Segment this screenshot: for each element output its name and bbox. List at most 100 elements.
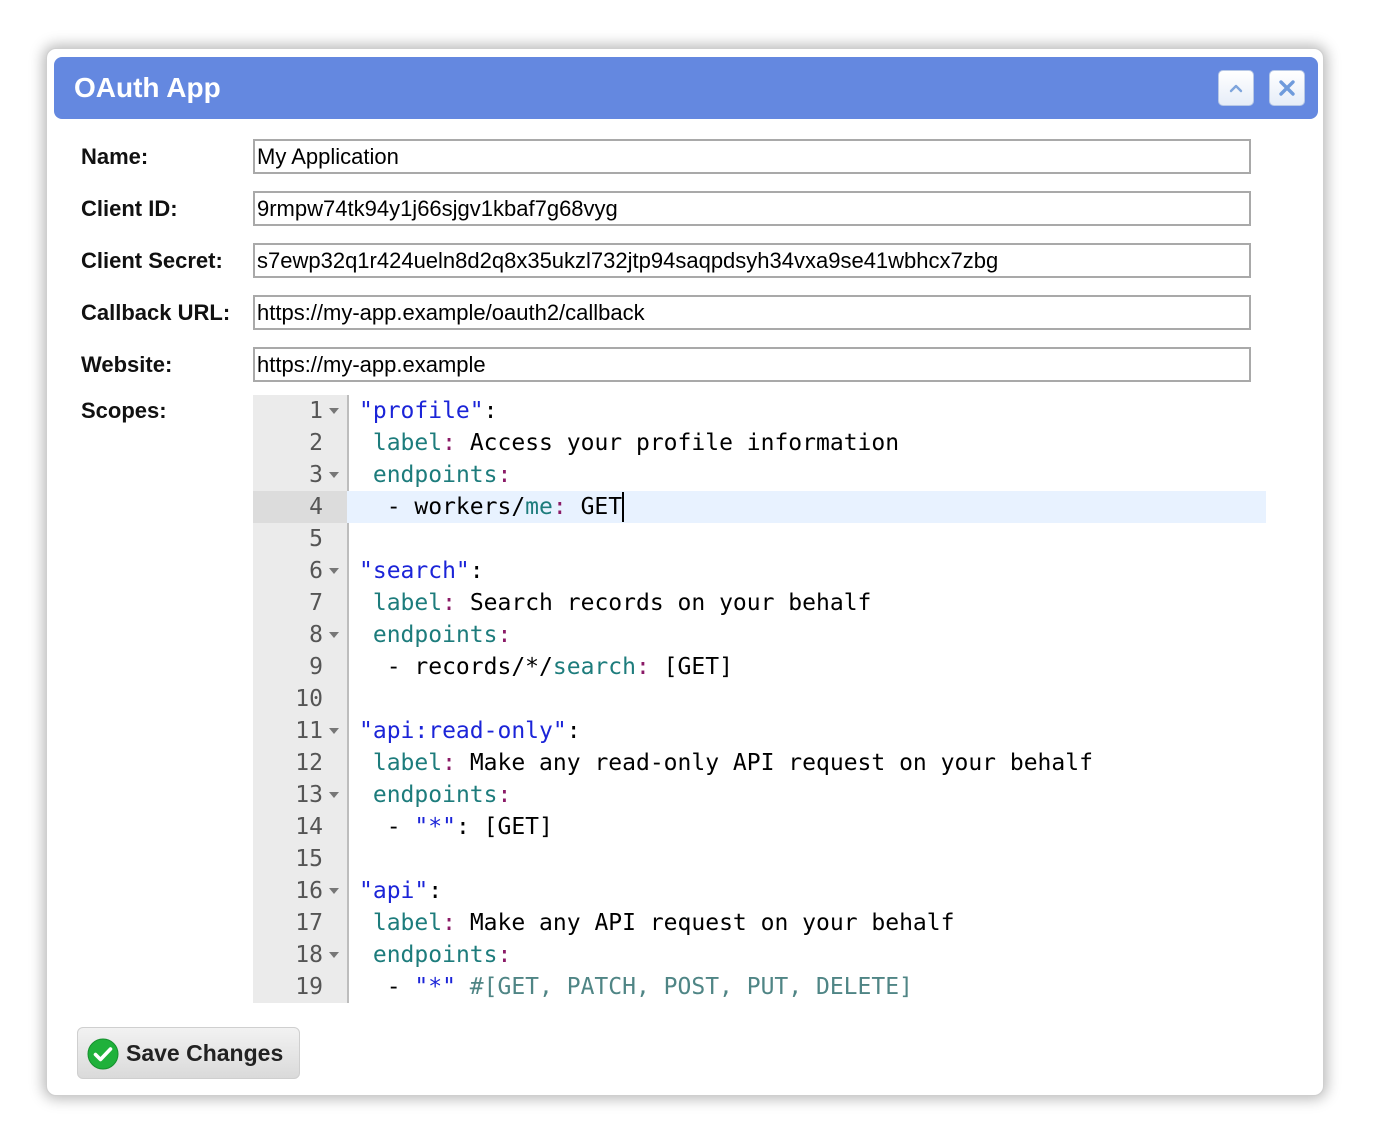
code-token: - workers/	[359, 494, 526, 520]
code-line[interactable]: 11 "api:read-only":	[253, 715, 1266, 747]
code-line[interactable]: 19 - "*" #[GET, PATCH, POST, PUT, DELETE…	[253, 971, 1266, 1003]
line-number-cell: 13	[253, 779, 347, 811]
website-field[interactable]	[253, 347, 1251, 382]
code-line[interactable]: 15	[253, 843, 1266, 875]
close-button[interactable]	[1269, 70, 1305, 106]
line-number-cell: 18	[253, 939, 347, 971]
code-line[interactable]: 12 label: Make any read-only API request…	[253, 747, 1266, 779]
code-line[interactable]: 4 - workers/me: GET	[253, 491, 1266, 523]
line-number: 19	[295, 974, 323, 1000]
callback-url-label: Callback URL:	[81, 300, 231, 325]
code-token: :	[442, 750, 456, 776]
code-line[interactable]: 7 label: Search records on your behalf	[253, 587, 1266, 619]
code-token: -	[359, 814, 415, 840]
oauth-app-dialog: OAuth App Name: Client ID: Client Secret…	[46, 48, 1324, 1096]
line-number: 1	[309, 398, 323, 424]
line-number-cell: 11	[253, 715, 347, 747]
line-number-cell: 9	[253, 651, 347, 683]
dialog-title: OAuth App	[74, 72, 221, 103]
code-token: -	[359, 974, 415, 1000]
code-token: "api"	[359, 878, 429, 904]
code-token: endpoints	[372, 622, 498, 648]
code-token: Access your profile information	[455, 430, 900, 456]
line-number: 5	[309, 526, 323, 552]
dialog-titlebar[interactable]: OAuth App	[54, 57, 1318, 119]
client-id-field[interactable]	[253, 191, 1251, 226]
line-number: 4	[309, 494, 323, 520]
line-number-cell: 19	[253, 971, 347, 1003]
code-line[interactable]: 10	[253, 683, 1266, 715]
code-line[interactable]: 8 endpoints:	[253, 619, 1266, 651]
code-token: :	[428, 878, 443, 904]
line-number-cell: 5	[253, 523, 347, 555]
code-text: endpoints:	[359, 779, 511, 811]
code-line[interactable]: 1 "profile":	[253, 395, 1266, 427]
fold-arrow-icon[interactable]	[329, 632, 339, 638]
code-line[interactable]: 18 endpoints:	[253, 939, 1266, 971]
code-line[interactable]: 6 "search":	[253, 555, 1266, 587]
code-line[interactable]: 5	[253, 523, 1266, 555]
code-token: search	[552, 654, 636, 680]
code-text: endpoints:	[359, 939, 511, 971]
line-number-cell: 2	[253, 427, 347, 459]
code-line[interactable]: 14 - "*": [GET]	[253, 811, 1266, 843]
code-text: - "*": [GET]	[359, 811, 553, 843]
code-token: :	[552, 494, 567, 520]
save-changes-label: Save Changes	[126, 1040, 284, 1066]
code-line[interactable]: 17 label: Make any API request on your b…	[253, 907, 1266, 939]
code-text: endpoints:	[359, 619, 511, 651]
code-text: - "*" #[GET, PATCH, POST, PUT, DELETE]	[359, 971, 913, 1003]
client-secret-field[interactable]	[253, 243, 1251, 278]
code-line[interactable]: 13 endpoints:	[253, 779, 1266, 811]
save-changes-button[interactable]: Save Changes	[77, 1027, 300, 1079]
fold-arrow-icon[interactable]	[329, 472, 339, 478]
code-line[interactable]: 16 "api":	[253, 875, 1266, 907]
fold-arrow-icon[interactable]	[329, 728, 339, 734]
line-number-cell: 6	[253, 555, 347, 587]
code-token: label	[372, 590, 443, 616]
code-text: - workers/me: GET	[359, 491, 625, 523]
code-token: label	[372, 910, 443, 936]
code-token: "profile"	[359, 398, 484, 424]
code-text: "search":	[359, 555, 484, 587]
line-number-cell: 3	[253, 459, 347, 491]
code-line[interactable]: 3 endpoints:	[253, 459, 1266, 491]
code-line[interactable]: 9 - records/*/search: [GET]	[253, 651, 1266, 683]
fold-arrow-icon[interactable]	[329, 568, 339, 574]
line-number-cell: 4	[253, 491, 347, 523]
code-token: endpoints	[372, 462, 498, 488]
code-token: "api:read-only"	[359, 718, 567, 744]
line-number: 14	[295, 814, 323, 840]
text-cursor	[622, 492, 625, 522]
callback-url-field[interactable]	[253, 295, 1251, 330]
fold-arrow-icon[interactable]	[329, 952, 339, 958]
line-number: 18	[295, 942, 323, 968]
code-token: :	[497, 622, 512, 648]
fold-arrow-icon[interactable]	[329, 792, 339, 798]
code-token: - records/*/	[359, 654, 553, 680]
scopes-code-editor[interactable]: 1 "profile": 2 label: Access your profile …	[253, 395, 1266, 1003]
code-line[interactable]: 2 label: Access your profile information	[253, 427, 1266, 459]
line-number: 13	[295, 782, 323, 808]
code-text: "api:read-only":	[359, 715, 581, 747]
name-field[interactable]	[253, 139, 1251, 174]
code-token: label	[372, 750, 443, 776]
line-number: 8	[309, 622, 323, 648]
line-number: 7	[309, 590, 323, 616]
line-number: 11	[295, 718, 323, 744]
code-text: label: Search records on your behalf	[359, 587, 872, 619]
fold-arrow-icon[interactable]	[329, 888, 339, 894]
code-token: :	[483, 398, 498, 424]
code-token: :	[497, 942, 512, 968]
line-number-cell: 16	[253, 875, 347, 907]
fold-arrow-icon[interactable]	[329, 408, 339, 414]
collapse-button[interactable]	[1218, 70, 1254, 106]
chevron-up-icon	[1229, 84, 1243, 93]
